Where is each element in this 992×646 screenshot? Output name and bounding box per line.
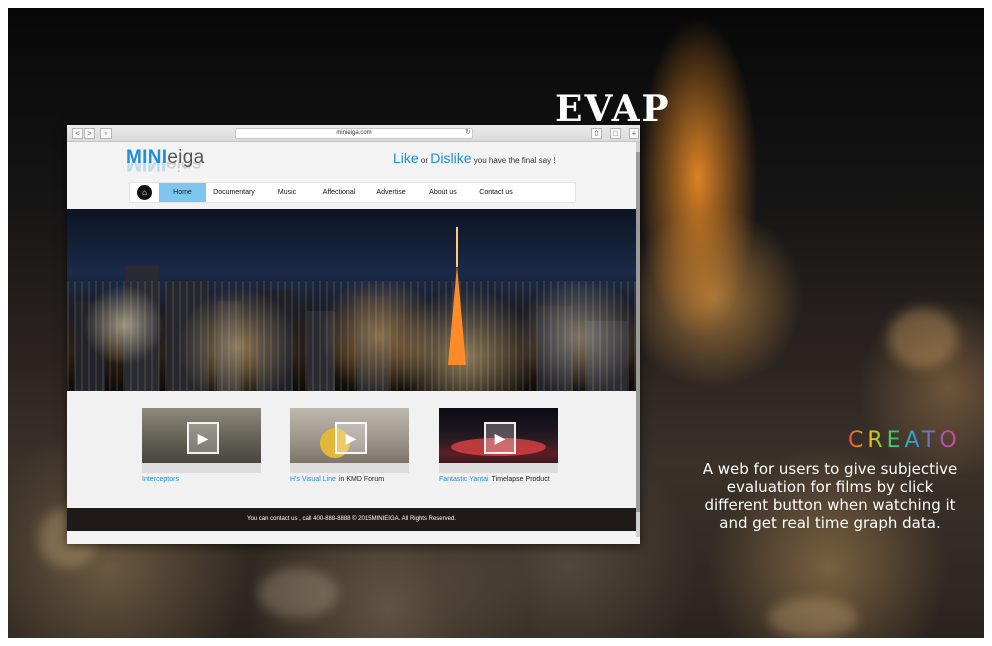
share-icon[interactable]: ⇧	[591, 128, 602, 139]
city-lights	[67, 281, 636, 391]
tagline: Like or Dislike you have the final say !	[393, 150, 556, 166]
video-card[interactable]: ▶ Fantastic Yantai Timelapse Product	[439, 408, 558, 483]
main-nav: ⌂ Home Documentary Music Affectional Adv…	[129, 182, 576, 203]
bokeh-light	[888, 308, 958, 368]
nav-item-about[interactable]: About us	[422, 183, 464, 202]
brand-name: CREATO	[848, 428, 961, 453]
play-icon[interactable]: ▶	[335, 422, 367, 454]
video-card[interactable]: ▶ Interceptors	[142, 408, 261, 483]
video-subtitle: in KMD Forum	[338, 476, 385, 483]
browser-window: < > ▫ minieiga.com ↻ ⇧ □ + MINIeiga MINI…	[67, 125, 640, 544]
nav-item-contact[interactable]: Contact us	[473, 183, 519, 202]
tagline-rest: you have the final say !	[473, 156, 556, 165]
nav-item-advertise[interactable]: Advertise	[371, 183, 411, 202]
video-card[interactable]: ▶ H's Visual Line in KMD Forum	[290, 408, 409, 483]
tokyo-tower	[448, 227, 466, 367]
video-section: ▶ Interceptors ▶ H's Visual Line in KMD F…	[67, 391, 636, 507]
play-icon[interactable]: ▶	[187, 422, 219, 454]
forward-button[interactable]: >	[84, 128, 95, 139]
play-icon[interactable]: ▶	[484, 422, 516, 454]
url-bar[interactable]: minieiga.com	[235, 128, 473, 139]
nav-item-music[interactable]: Music	[271, 183, 303, 202]
bokeh-light	[768, 598, 858, 638]
scrollbar-thumb[interactable]	[636, 152, 640, 512]
hero-banner-image	[67, 209, 636, 391]
site-header: MINIeiga MINIeiga Like or Dislike you ha…	[67, 142, 636, 210]
nav-item-home[interactable]: Home	[159, 183, 206, 202]
page-scrollbar[interactable]	[636, 142, 640, 537]
video-thumbnail[interactable]: ▶	[290, 408, 409, 473]
tagline-dislike: Dislike	[430, 150, 472, 166]
video-subtitle: Timelapse Product	[491, 476, 550, 483]
project-description: A web for users to give subjective evalu…	[702, 460, 958, 532]
browser-toolbar: < > ▫ minieiga.com ↻ ⇧ □ +	[67, 125, 640, 142]
sidebar-toggle-icon[interactable]: ▫	[100, 128, 112, 139]
project-title: EVAP	[555, 88, 671, 130]
tagline-like: Like	[393, 150, 419, 166]
tabs-icon[interactable]: □	[610, 128, 621, 139]
logo-reflection: MINIeiga	[126, 162, 203, 174]
home-icon[interactable]: ⌂	[137, 185, 152, 200]
tagline-or: or	[420, 156, 429, 165]
reload-icon[interactable]: ↻	[465, 128, 471, 136]
video-title-link[interactable]: Interceptors	[142, 476, 179, 483]
nav-item-documentary[interactable]: Documentary	[209, 183, 259, 202]
video-thumbnail[interactable]: ▶	[142, 408, 261, 473]
video-title-link[interactable]: H's Visual Line	[290, 476, 336, 483]
video-title-link[interactable]: Fantastic Yantai	[439, 476, 489, 483]
video-thumbnail[interactable]: ▶	[439, 408, 558, 473]
bokeh-light	[258, 568, 338, 618]
back-button[interactable]: <	[72, 128, 83, 139]
site-footer: You can contact us , call 400-888-8888 ©…	[67, 508, 636, 531]
nav-item-affectional[interactable]: Affectional	[315, 183, 363, 202]
new-tab-icon[interactable]: +	[629, 128, 639, 139]
